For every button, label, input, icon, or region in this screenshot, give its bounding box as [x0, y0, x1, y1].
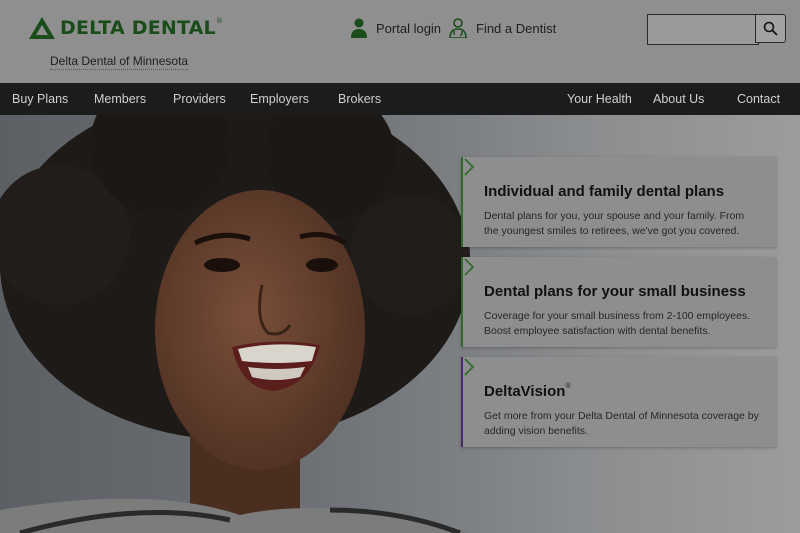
dentist-icon: [449, 18, 467, 38]
logo-wordmark: DELTA DENTAL®: [60, 17, 224, 39]
subbrand-label: Delta Dental of Minnesota: [50, 54, 189, 70]
delta-dental-logo[interactable]: DELTA DENTAL®: [28, 16, 223, 40]
card-deltavision[interactable]: DeltaVision® Get more from your Delta De…: [461, 357, 776, 447]
chevron-right-icon: [464, 158, 475, 176]
chevron-right-icon: [464, 358, 475, 376]
card-title: DeltaVision®: [484, 383, 571, 400]
nav-about-us[interactable]: About Us: [653, 83, 704, 115]
nav-members[interactable]: Members: [94, 83, 146, 115]
find-dentist-link[interactable]: Find a Dentist: [448, 18, 556, 38]
person-icon: [351, 18, 367, 38]
portal-login-label: Portal login: [376, 20, 442, 36]
nav-brokers[interactable]: Brokers: [338, 83, 381, 115]
search-icon: [763, 21, 778, 36]
nav-contact[interactable]: Contact: [737, 83, 780, 115]
card-individual-family-plans[interactable]: Individual and family dental plans Denta…: [461, 157, 776, 247]
delta-triangle-icon: [29, 17, 55, 39]
chevron-right-icon: [464, 258, 475, 276]
nav-buy-plans[interactable]: Buy Plans: [12, 83, 68, 115]
portal-login-link[interactable]: Portal login: [350, 18, 441, 38]
search-button[interactable]: [755, 14, 786, 43]
nav-your-health[interactable]: Your Health: [567, 83, 632, 115]
card-title: Dental plans for your small business: [484, 283, 746, 300]
card-description: Get more from your Delta Dental of Minne…: [484, 410, 759, 437]
nav-employers[interactable]: Employers: [250, 83, 309, 115]
card-description: Dental plans for you, your spouse and yo…: [484, 210, 745, 237]
main-nav: Buy Plans Members Providers Employers Br…: [0, 83, 800, 115]
site-header: DELTA DENTAL® Delta Dental of Minnesota …: [0, 0, 800, 83]
nav-providers[interactable]: Providers: [173, 83, 226, 115]
card-description: Coverage for your small business from 2-…: [484, 310, 751, 337]
card-small-business-plans[interactable]: Dental plans for your small business Cov…: [461, 257, 776, 347]
card-title: Individual and family dental plans: [484, 183, 725, 200]
find-dentist-label: Find a Dentist: [476, 20, 557, 36]
hero-banner: Individual and family dental plans Denta…: [0, 115, 800, 533]
search-input[interactable]: [647, 14, 759, 45]
